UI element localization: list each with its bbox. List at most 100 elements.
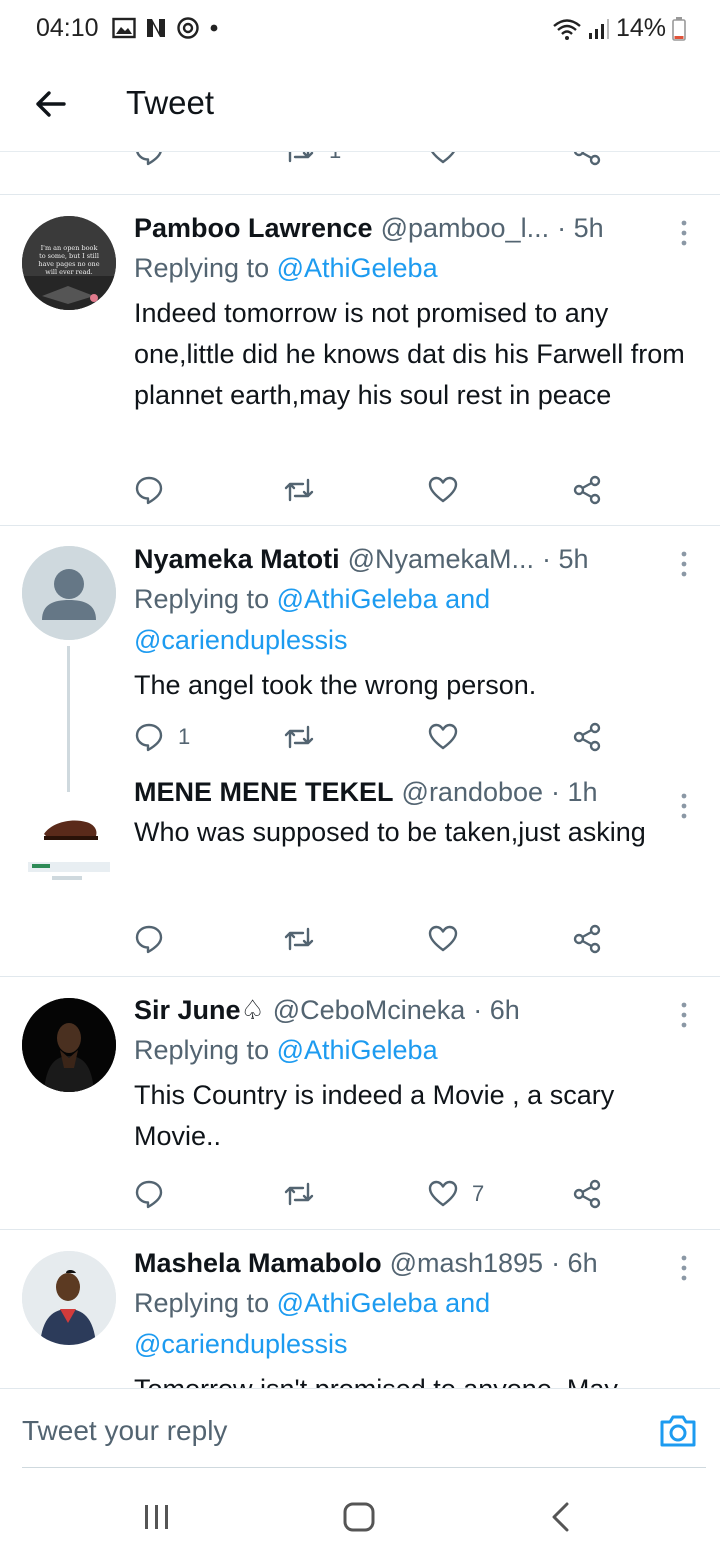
default-avatar-icon bbox=[22, 546, 116, 640]
tweet[interactable]: Mashela Mamabolo @mash1895 · 6h Replying… bbox=[0, 1230, 720, 1388]
replying-to: Replying to @AthiGeleba and @carienduples… bbox=[134, 1283, 696, 1365]
heart-icon bbox=[428, 925, 458, 952]
more-options-icon[interactable] bbox=[672, 790, 696, 822]
reply-composer: Tweet your reply bbox=[0, 1388, 720, 1468]
tweet-header: Pamboo Lawrence @pamboo_l... · 5h bbox=[134, 208, 696, 248]
battery-icon bbox=[672, 16, 686, 41]
replying-to: Replying to @AthiGeleba bbox=[134, 1030, 696, 1071]
back-icon[interactable] bbox=[548, 1502, 574, 1532]
svg-text:I'm an open book: I'm an open book bbox=[41, 244, 98, 252]
more-options-icon[interactable] bbox=[672, 1252, 696, 1284]
reply-action[interactable] bbox=[134, 924, 178, 954]
avatar[interactable] bbox=[22, 998, 116, 1092]
more-options-icon[interactable] bbox=[672, 217, 696, 249]
display-name[interactable]: Mashela Mamabolo bbox=[134, 1243, 382, 1283]
retweet-count: 1 bbox=[329, 152, 341, 164]
handle[interactable]: @CeboMcineka bbox=[273, 990, 466, 1030]
reply-action[interactable] bbox=[134, 152, 164, 166]
svg-text:will ever read.: will ever read. bbox=[45, 268, 92, 276]
avatar[interactable] bbox=[22, 1251, 116, 1345]
more-options-icon[interactable] bbox=[672, 999, 696, 1031]
action-row: 7 bbox=[0, 1179, 720, 1219]
retweet-action[interactable]: 1 bbox=[283, 152, 341, 166]
battery-percent: 14% bbox=[615, 14, 666, 42]
share-action[interactable] bbox=[572, 152, 602, 166]
avatar[interactable]: I'm an open book to some, but I still ha… bbox=[22, 216, 116, 310]
replying-to: Replying to @AthiGeleba bbox=[134, 248, 696, 289]
share-icon bbox=[573, 1179, 601, 1209]
like-action[interactable] bbox=[428, 475, 472, 505]
mention-link[interactable]: @carienduplessis bbox=[134, 625, 348, 655]
handle[interactable]: @NyamekaM... bbox=[348, 539, 534, 579]
like-action[interactable] bbox=[428, 924, 472, 954]
tweet-text: Who was supposed to be taken,just asking bbox=[134, 817, 646, 847]
like-count: 7 bbox=[472, 1181, 485, 1206]
retweet-action[interactable] bbox=[283, 924, 315, 954]
avatar-image bbox=[22, 998, 116, 1092]
notification-icons bbox=[112, 16, 220, 40]
svg-text:to some, but I still: to some, but I still bbox=[39, 252, 99, 260]
reply-action[interactable] bbox=[134, 475, 178, 505]
wifi-icon bbox=[553, 18, 581, 40]
like-action[interactable] bbox=[428, 152, 458, 166]
home-icon[interactable] bbox=[342, 1502, 376, 1532]
handle[interactable]: @pamboo_l... bbox=[381, 208, 550, 248]
share-action[interactable] bbox=[572, 1179, 602, 1209]
retweet-icon bbox=[288, 152, 314, 163]
action-row: 1 bbox=[0, 722, 720, 762]
mention-link[interactable]: @AthiGeleba and bbox=[277, 1288, 491, 1318]
tweet-text: Tomorrow isn't promised to anyone. May bbox=[134, 1369, 696, 1388]
mention-link[interactable]: @AthiGeleba and bbox=[277, 584, 491, 614]
tweet-text: The angel took the wrong person. bbox=[134, 670, 537, 700]
tweet-body: Sir June♤ @CeboMcineka · 6h Replying to … bbox=[134, 990, 696, 1157]
like-action[interactable]: 7 bbox=[428, 1179, 484, 1209]
tweet-body: MENE MENE TEKEL @randoboe · 1h Who was s… bbox=[134, 772, 696, 853]
share-icon bbox=[573, 152, 601, 166]
reply-icon bbox=[136, 152, 162, 166]
share-icon bbox=[573, 924, 601, 954]
more-options-icon[interactable] bbox=[672, 548, 696, 580]
system-icons: 14% bbox=[552, 14, 686, 43]
tweet-text: This Country is indeed a Movie , a scary… bbox=[134, 1080, 615, 1151]
handle[interactable]: @randoboe bbox=[402, 772, 544, 812]
avatar[interactable] bbox=[22, 792, 116, 886]
reply-input[interactable]: Tweet your reply bbox=[22, 1415, 227, 1447]
handle[interactable]: @mash1895 bbox=[390, 1243, 544, 1283]
like-action[interactable] bbox=[428, 722, 472, 752]
avatar-image bbox=[22, 1251, 116, 1345]
reply-icon bbox=[135, 723, 163, 752]
avatar-image bbox=[22, 792, 116, 886]
share-action[interactable] bbox=[572, 924, 602, 954]
replying-prefix: Replying to bbox=[134, 253, 277, 283]
camera-icon[interactable] bbox=[658, 1413, 698, 1449]
share-action[interactable] bbox=[572, 475, 602, 505]
tweet[interactable]: Sir June♤ @CeboMcineka · 6h Replying to … bbox=[0, 977, 720, 1230]
share-action[interactable] bbox=[572, 722, 602, 752]
mention-link[interactable]: @AthiGeleba bbox=[277, 253, 438, 283]
reply-action[interactable] bbox=[134, 1179, 178, 1209]
display-name[interactable]: MENE MENE TEKEL bbox=[134, 772, 394, 812]
retweet-action[interactable] bbox=[283, 722, 315, 752]
mention-link[interactable]: @carienduplessis bbox=[134, 1329, 348, 1359]
avatar[interactable] bbox=[22, 546, 116, 640]
reply-action[interactable]: 1 bbox=[134, 722, 190, 752]
signal-icon bbox=[588, 18, 609, 39]
retweet-action[interactable] bbox=[283, 475, 315, 505]
tweet-feed[interactable]: 1 I'm an open book to some, but I still … bbox=[0, 152, 720, 1388]
mention-link[interactable]: @AthiGeleba bbox=[277, 1035, 438, 1065]
reply-count: 1 bbox=[178, 724, 191, 749]
tweet[interactable]: I'm an open book to some, but I still ha… bbox=[0, 195, 720, 526]
recent-apps-icon[interactable] bbox=[142, 1502, 172, 1532]
action-row bbox=[0, 475, 720, 515]
tweet-body: Nyameka Matoti @NyamekaM... · 5h Replyin… bbox=[134, 539, 696, 706]
retweet-action[interactable] bbox=[283, 1179, 315, 1209]
back-arrow-icon[interactable] bbox=[30, 84, 70, 124]
display-name[interactable]: Nyameka Matoti bbox=[134, 539, 340, 579]
display-name[interactable]: Sir June♤ bbox=[134, 990, 265, 1030]
tweet[interactable]: MENE MENE TEKEL @randoboe · 1h Who was s… bbox=[0, 777, 720, 976]
reply-icon bbox=[135, 476, 163, 505]
display-name[interactable]: Pamboo Lawrence bbox=[134, 208, 373, 248]
tweet-body: Mashela Mamabolo @mash1895 · 6h Replying… bbox=[134, 1243, 696, 1388]
heart-icon bbox=[428, 476, 458, 503]
page-title: Tweet bbox=[126, 84, 215, 121]
